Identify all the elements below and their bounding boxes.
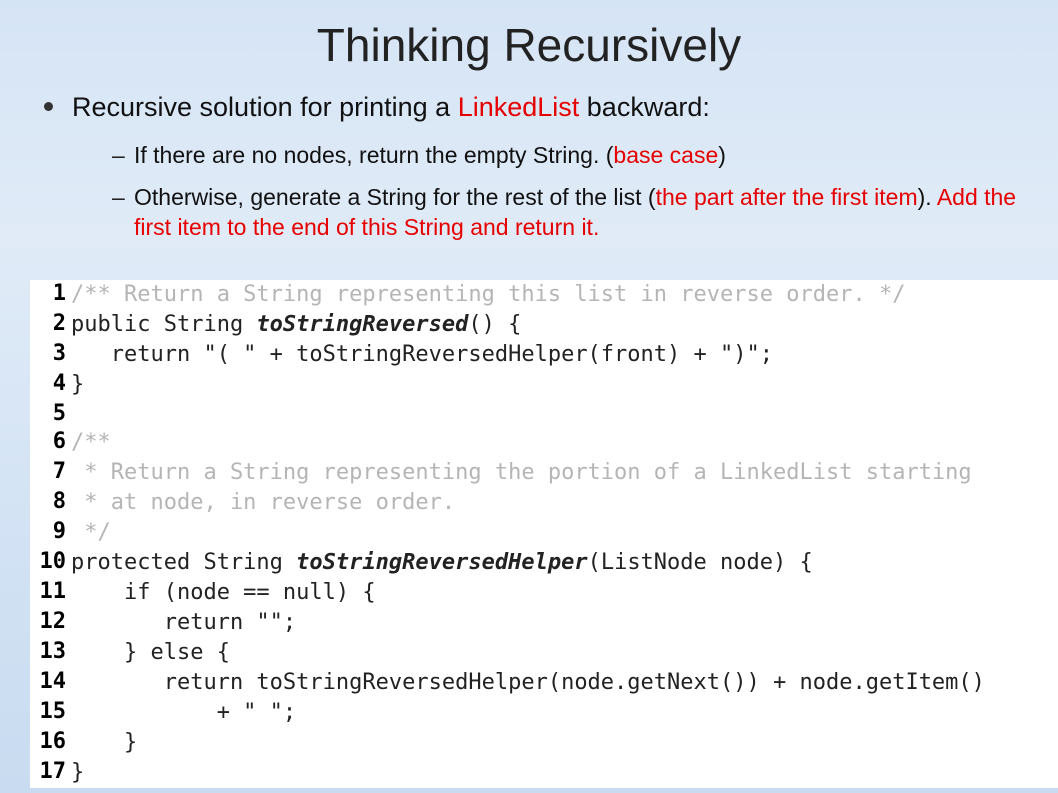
code-line-1: /** Return a String representing this li… xyxy=(71,282,905,307)
bullet-1-tail: backward: xyxy=(579,92,710,122)
bullet-list: Recursive solution for printing a Linked… xyxy=(0,90,1058,243)
code-line-13: } else { xyxy=(70,638,1058,668)
code-line-17: } xyxy=(70,758,1058,788)
sub1-red: base case xyxy=(613,142,718,168)
code-line-4: } xyxy=(70,370,1058,400)
code-line-7: * Return a String representing the porti… xyxy=(71,460,972,485)
sub2-lead: Otherwise, generate a String for the res… xyxy=(134,184,656,210)
code-l2b: toStringReversed xyxy=(256,312,468,337)
slide-title: Thinking Recursively xyxy=(0,0,1058,80)
code-block: 1/** Return a String representing this l… xyxy=(30,280,1058,788)
sub2-red1: the part after the first item xyxy=(656,184,918,210)
bullet-1-red: LinkedList xyxy=(458,92,580,122)
code-l10c: (ListNode node) { xyxy=(588,550,813,575)
sub-bullet-list: If there are no nodes, return the empty … xyxy=(72,141,1038,243)
code-line-11: if (node == null) { xyxy=(70,578,1058,608)
slide: Thinking Recursively Recursive solution … xyxy=(0,0,1058,793)
sub2-mid: ). xyxy=(918,184,937,210)
code-line-6: /** xyxy=(71,430,111,455)
code-line-5 xyxy=(70,400,1058,428)
bullet-1-lead: Recursive solution for printing a xyxy=(72,92,458,122)
code-line-3: return "( " + toStringReversedHelper(fro… xyxy=(70,340,1058,370)
code-l10b: toStringReversedHelper xyxy=(296,550,587,575)
code-l2a: public String xyxy=(71,312,256,337)
sub-bullet-2: Otherwise, generate a String for the res… xyxy=(112,183,1028,243)
code-line-8: * at node, in reverse order. xyxy=(71,490,455,515)
sub1-lead: If there are no nodes, return the empty … xyxy=(134,142,613,168)
code-line-15: + " "; xyxy=(70,698,1058,728)
code-line-16: } xyxy=(70,728,1058,758)
code-line-12: return ""; xyxy=(70,608,1058,638)
sub1-tail: ) xyxy=(718,142,726,168)
code-line-9: */ xyxy=(71,520,111,545)
code-l10a: protected String xyxy=(71,550,296,575)
bullet-1: Recursive solution for printing a Linked… xyxy=(40,90,1038,243)
code-l2c: () { xyxy=(468,312,521,337)
sub-bullet-1: If there are no nodes, return the empty … xyxy=(112,141,1028,171)
code-line-14: return toStringReversedHelper(node.getNe… xyxy=(70,668,1058,698)
